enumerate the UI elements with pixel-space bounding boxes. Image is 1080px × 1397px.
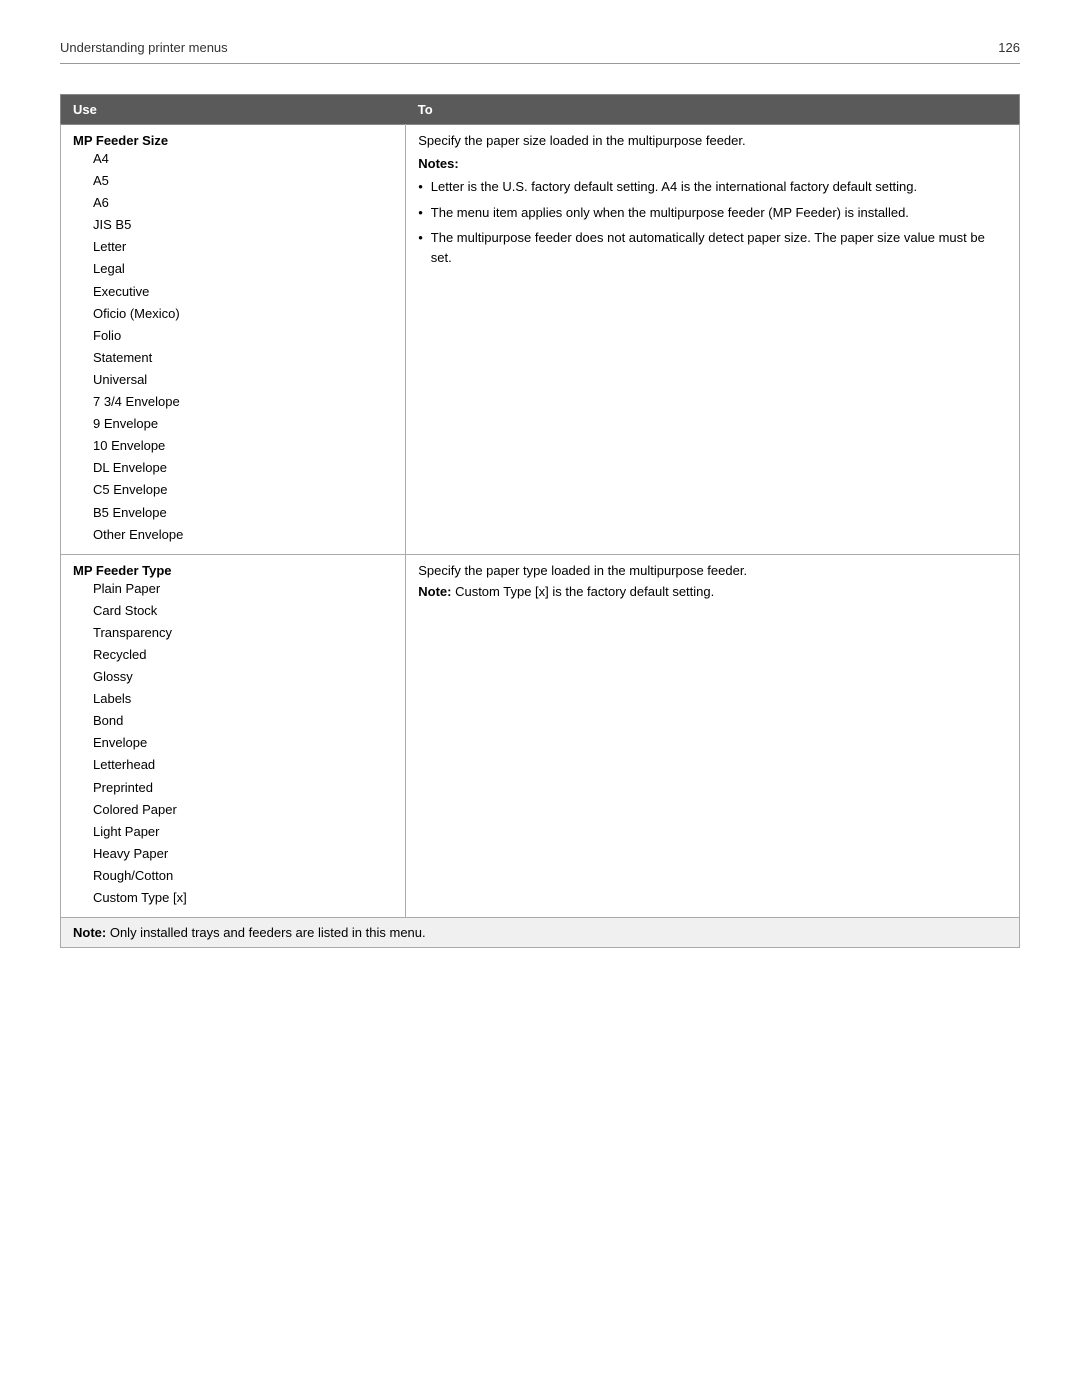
main-table: Use To MP Feeder Size A4A5A6JIS B5Letter… <box>60 94 1020 948</box>
page-header-title: Understanding printer menus <box>60 40 228 55</box>
table-row: MP Feeder Size A4A5A6JIS B5LetterLegalEx… <box>61 125 1020 555</box>
list-item: Universal <box>73 369 393 391</box>
list-item: Legal <box>73 258 393 280</box>
list-item: A4 <box>73 148 393 170</box>
list-item: 10 Envelope <box>73 435 393 457</box>
list-item: JIS B5 <box>73 214 393 236</box>
list-item: Transparency <box>73 622 393 644</box>
mp-feeder-size-notes: Letter is the U.S. factory default setti… <box>418 177 1007 267</box>
list-item: Executive <box>73 281 393 303</box>
mp-feeder-type-description: Specify the paper type loaded in the mul… <box>418 563 1007 578</box>
mp-feeder-type-note: Note: Custom Type [x] is the factory def… <box>418 584 1007 599</box>
mp-feeder-type-label: MP Feeder Type <box>73 563 393 578</box>
col-to-header: To <box>406 95 1020 125</box>
list-item: Heavy Paper <box>73 843 393 865</box>
list-item: Custom Type [x] <box>73 887 393 909</box>
mp-feeder-size-label: MP Feeder Size <box>73 133 393 148</box>
footer-note-text: Only installed trays and feeders are lis… <box>110 925 426 940</box>
list-item: 7 3/4 Envelope <box>73 391 393 413</box>
list-item: Colored Paper <box>73 799 393 821</box>
page-number: 126 <box>998 40 1020 55</box>
note-item: The menu item applies only when the mult… <box>418 203 1007 223</box>
notes-heading: Notes: <box>418 156 458 171</box>
list-item: Rough/Cotton <box>73 865 393 887</box>
list-item: Light Paper <box>73 821 393 843</box>
list-item: Recycled <box>73 644 393 666</box>
list-item: Statement <box>73 347 393 369</box>
list-item: Bond <box>73 710 393 732</box>
list-item: 9 Envelope <box>73 413 393 435</box>
note-inline-text: Custom Type [x] is the factory default s… <box>455 584 714 599</box>
list-item: Plain Paper <box>73 578 393 600</box>
list-item: Glossy <box>73 666 393 688</box>
table-row: MP Feeder Type Plain PaperCard StockTran… <box>61 554 1020 917</box>
list-item: B5 Envelope <box>73 502 393 524</box>
list-item: Other Envelope <box>73 524 393 546</box>
list-item: Oficio (Mexico) <box>73 303 393 325</box>
note-item: The multipurpose feeder does not automat… <box>418 228 1007 267</box>
page-header: Understanding printer menus 126 <box>60 40 1020 64</box>
list-item: Labels <box>73 688 393 710</box>
list-item: Preprinted <box>73 777 393 799</box>
mp-feeder-size-use-cell: MP Feeder Size A4A5A6JIS B5LetterLegalEx… <box>61 125 406 555</box>
mp-feeder-size-items: A4A5A6JIS B5LetterLegalExecutiveOficio (… <box>73 148 393 546</box>
footer-note-row: Note: Only installed trays and feeders a… <box>61 918 1020 948</box>
footer-note-cell: Note: Only installed trays and feeders a… <box>61 918 1020 948</box>
footer-note-bold: Note: <box>73 925 106 940</box>
list-item: DL Envelope <box>73 457 393 479</box>
mp-feeder-type-to-cell: Specify the paper type loaded in the mul… <box>406 554 1020 917</box>
list-item: Envelope <box>73 732 393 754</box>
note-inline-label: Note: <box>418 584 455 599</box>
note-item: Letter is the U.S. factory default setti… <box>418 177 1007 197</box>
list-item: C5 Envelope <box>73 479 393 501</box>
list-item: Card Stock <box>73 600 393 622</box>
mp-feeder-size-description: Specify the paper size loaded in the mul… <box>418 133 1007 148</box>
list-item: Letter <box>73 236 393 258</box>
list-item: A6 <box>73 192 393 214</box>
list-item: Letterhead <box>73 754 393 776</box>
list-item: A5 <box>73 170 393 192</box>
col-use-header: Use <box>61 95 406 125</box>
mp-feeder-size-to-cell: Specify the paper size loaded in the mul… <box>406 125 1020 555</box>
mp-feeder-type-items: Plain PaperCard StockTransparencyRecycle… <box>73 578 393 909</box>
list-item: Folio <box>73 325 393 347</box>
mp-feeder-type-use-cell: MP Feeder Type Plain PaperCard StockTran… <box>61 554 406 917</box>
